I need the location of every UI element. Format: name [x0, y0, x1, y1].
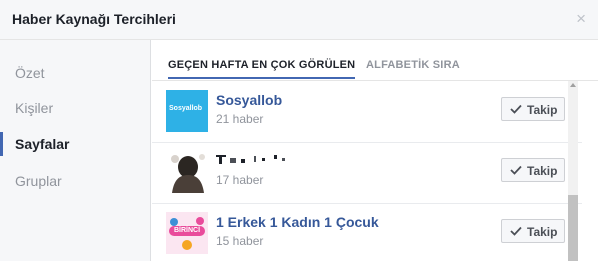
sidebar-item-kisiler[interactable]: Kişiler [0, 95, 150, 121]
logo-text: BİRİNCİ [174, 227, 201, 234]
sosyallob-logo-text: Sosyallob [169, 105, 203, 112]
news-feed-preferences-dialog: Haber Kaynağı Tercihleri × Özet Kişiler … [0, 0, 598, 261]
page-name[interactable]: 1 Erkek 1 Kadın 1 Çocuk [216, 214, 379, 230]
page-story-count: 17 haber [216, 173, 264, 187]
page-story-count: 15 haber [216, 234, 264, 248]
tab-bar: GEÇEN HAFTA EN ÇOK GÖRÜLEN ALFABETİK SIR… [152, 40, 598, 80]
follow-button-label: Takip [527, 103, 558, 117]
check-icon [510, 104, 522, 114]
profile-photo-image [166, 151, 208, 193]
list-item: BİRİNCİ 1 Erkek 1 Kadın 1 Çocuk 15 haber… [152, 203, 582, 261]
scroll-thumb[interactable] [568, 195, 578, 261]
sidebar-item-ozet[interactable]: Özet [0, 60, 150, 86]
follow-button[interactable]: Takip [501, 158, 565, 182]
page-name[interactable]: Sosyallob [216, 92, 282, 108]
list-item: 17 haber Takip [152, 142, 582, 204]
dialog-header: Haber Kaynağı Tercihleri × [0, 0, 598, 40]
page-story-count: 21 haber [216, 112, 264, 126]
follow-button[interactable]: Takip [501, 97, 565, 121]
sidebar-item-sayfalar[interactable]: Sayfalar [0, 131, 150, 157]
check-icon [510, 165, 522, 175]
tab-most-seen-last-week[interactable]: GEÇEN HAFTA EN ÇOK GÖRÜLEN [168, 59, 356, 79]
tab-alphabetical[interactable]: ALFABETİK SIRA [366, 59, 460, 77]
close-icon[interactable]: × [576, 10, 586, 28]
follow-button-label: Takip [527, 225, 558, 239]
list-scrollbar[interactable] [568, 81, 578, 261]
pages-list: Sosyallob Sosyallob 21 haber Takip 17 ha… [152, 81, 582, 261]
follow-button[interactable]: Takip [501, 219, 565, 243]
sidebar-item-gruplar[interactable]: Gruplar [0, 168, 150, 194]
page-thumbnail-1-erkek-1-kadin-1-cocuk[interactable]: BİRİNCİ [166, 212, 208, 254]
page-thumbnail-sosyallob[interactable]: Sosyallob [166, 90, 208, 132]
censored-name-scribble [216, 155, 285, 164]
scroll-up-arrow-icon[interactable] [570, 83, 576, 87]
list-item: Sosyallob Sosyallob 21 haber Takip [152, 81, 582, 143]
page-thumbnail[interactable] [166, 151, 208, 193]
dialog-title: Haber Kaynağı Tercihleri [12, 11, 176, 27]
check-icon [510, 226, 522, 236]
page-name-censored[interactable] [216, 153, 296, 170]
sidebar: Özet Kişiler Sayfalar Gruplar [0, 40, 151, 261]
follow-button-label: Takip [527, 164, 558, 178]
